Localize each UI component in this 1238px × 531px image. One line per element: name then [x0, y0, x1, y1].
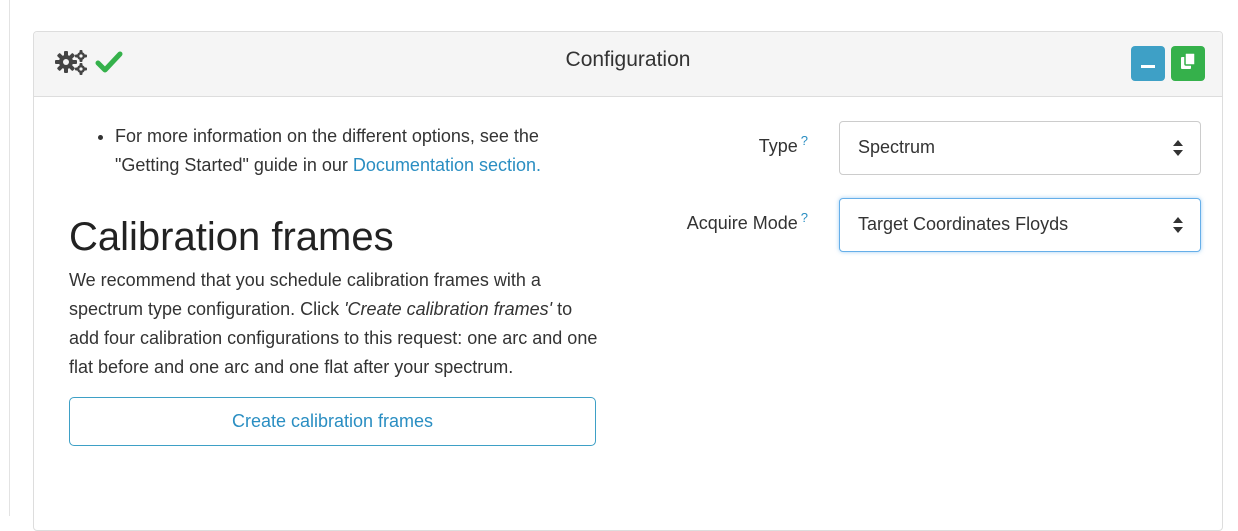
calibration-text-emphasis: 'Create calibration frames' [344, 299, 553, 319]
calibration-heading: Calibration frames [69, 215, 394, 259]
type-select[interactable]: Spectrum [839, 121, 1201, 175]
acquire-mode-select[interactable]: Target Coordinates Floyds [839, 198, 1201, 252]
acquire-mode-label-text: Acquire Mode [686, 213, 798, 233]
minimize-button[interactable] [1131, 46, 1165, 81]
info-column: For more information on the different op… [69, 122, 599, 446]
minimize-icon [1139, 52, 1157, 75]
create-calibration-frames-button[interactable]: Create calibration frames [69, 397, 596, 446]
sort-arrows-icon [1172, 214, 1184, 241]
documentation-link[interactable]: Documentation section. [353, 155, 541, 175]
info-list-item: For more information on the different op… [115, 122, 605, 180]
calibration-description: We recommend that you schedule calibrati… [69, 266, 599, 382]
panel-title: Configuration [565, 48, 691, 71]
heading-buttons [1131, 46, 1205, 81]
type-row: Type? Spectrum [634, 121, 1202, 175]
sort-arrows-icon [1172, 137, 1184, 164]
acquire-mode-label: Acquire Mode? [687, 210, 808, 234]
panel-heading: Configuration [34, 32, 1222, 97]
copy-button[interactable] [1171, 46, 1205, 81]
acquire-mode-select-value: Target Coordinates Floyds [858, 214, 1069, 234]
acquire-mode-row: Acquire Mode? Target Coordinates Floyds [634, 198, 1202, 252]
configuration-panel: Configuration For more information on t [33, 31, 1223, 531]
type-select-value: Spectrum [858, 137, 936, 157]
type-label-text: Type [758, 136, 798, 156]
type-help-icon[interactable]: ? [801, 133, 808, 148]
type-label: Type? [759, 133, 808, 157]
copy-icon [1178, 51, 1198, 76]
acquire-mode-help-icon[interactable]: ? [801, 210, 808, 225]
page-left-rule [9, 0, 10, 516]
info-list: For more information on the different op… [69, 122, 599, 180]
